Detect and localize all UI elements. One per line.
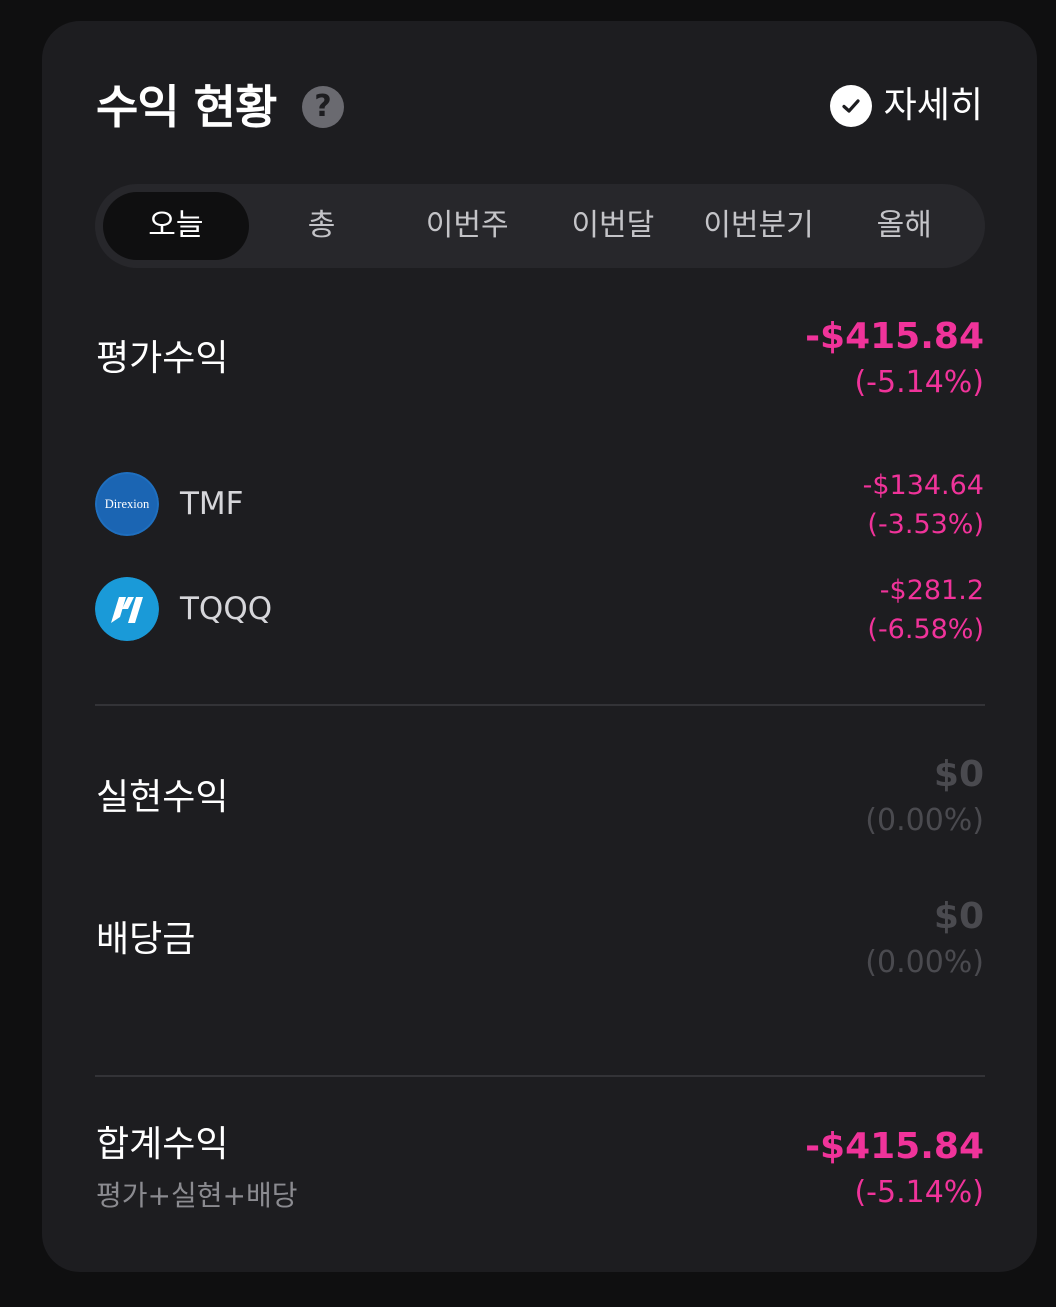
check-circle-icon bbox=[829, 85, 872, 127]
detail-toggle[interactable]: 자세히 bbox=[829, 81, 983, 131]
detail-label: 자세히 bbox=[883, 85, 983, 126]
stock-percent-tqqq: (-6.58%) bbox=[867, 614, 984, 645]
total-percent: (-5.14%) bbox=[854, 1175, 984, 1210]
tab-total[interactable]: 총 bbox=[249, 192, 395, 260]
direxion-logo-icon: Direxion bbox=[95, 472, 159, 536]
total-label: 합계수익 bbox=[96, 1124, 229, 1165]
realized-amount: $0 bbox=[933, 754, 984, 795]
total-sub-label: 평가+실현+배당 bbox=[96, 1179, 298, 1212]
stock-amount-tmf: -$134.64 bbox=[862, 470, 984, 501]
dividend-percent: (0.00%) bbox=[865, 945, 984, 980]
proshares-logo-icon bbox=[95, 577, 159, 641]
period-tabs: 오늘 총 이번주 이번달 이번분기 올해 bbox=[95, 184, 985, 268]
unrealized-percent: (-5.14%) bbox=[854, 365, 984, 400]
realized-percent: (0.00%) bbox=[865, 803, 984, 838]
tab-this-month[interactable]: 이번달 bbox=[540, 192, 686, 260]
section-divider bbox=[95, 1075, 985, 1077]
profit-status-card: 수익 현황 ? 자세히 오늘 총 이번주 이번달 이번분기 올해 평가수익 -$… bbox=[42, 21, 1037, 1272]
tab-today[interactable]: 오늘 bbox=[103, 192, 249, 260]
card-title: 수익 현황 bbox=[96, 80, 277, 134]
stock-values-tmf: -$134.64 (-3.53%) bbox=[863, 466, 984, 544]
card-header: 수익 현황 ? 자세히 bbox=[96, 79, 983, 143]
tab-this-week[interactable]: 이번주 bbox=[394, 192, 540, 260]
tab-this-quarter[interactable]: 이번분기 bbox=[686, 192, 832, 260]
dividend-label: 배당금 bbox=[96, 919, 196, 960]
total-values: -$415.84 (-5.14%) bbox=[805, 1124, 984, 1216]
dividend-values: $0 (0.00%) bbox=[865, 894, 984, 986]
unrealized-label: 평가수익 bbox=[96, 338, 229, 379]
total-amount: -$415.84 bbox=[805, 1126, 984, 1167]
stock-percent-tmf: (-3.53%) bbox=[867, 509, 984, 540]
stock-amount-tqqq: -$281.2 bbox=[879, 575, 984, 606]
unrealized-amount: -$415.84 bbox=[805, 316, 984, 357]
direxion-logo-text: Direxion bbox=[105, 497, 150, 511]
section-divider bbox=[95, 704, 985, 706]
stock-ticker-tmf[interactable]: TMF bbox=[180, 482, 244, 526]
dividend-amount: $0 bbox=[933, 896, 984, 937]
unrealized-values: -$415.84 (-5.14%) bbox=[805, 314, 984, 406]
stock-values-tqqq: -$281.2 (-6.58%) bbox=[867, 571, 984, 649]
question-circle-icon[interactable]: ? bbox=[302, 86, 344, 128]
stock-ticker-tqqq[interactable]: TQQQ bbox=[180, 587, 272, 631]
realized-values: $0 (0.00%) bbox=[865, 752, 984, 844]
realized-label: 실현수익 bbox=[96, 777, 229, 818]
tab-this-year[interactable]: 올해 bbox=[831, 192, 977, 260]
